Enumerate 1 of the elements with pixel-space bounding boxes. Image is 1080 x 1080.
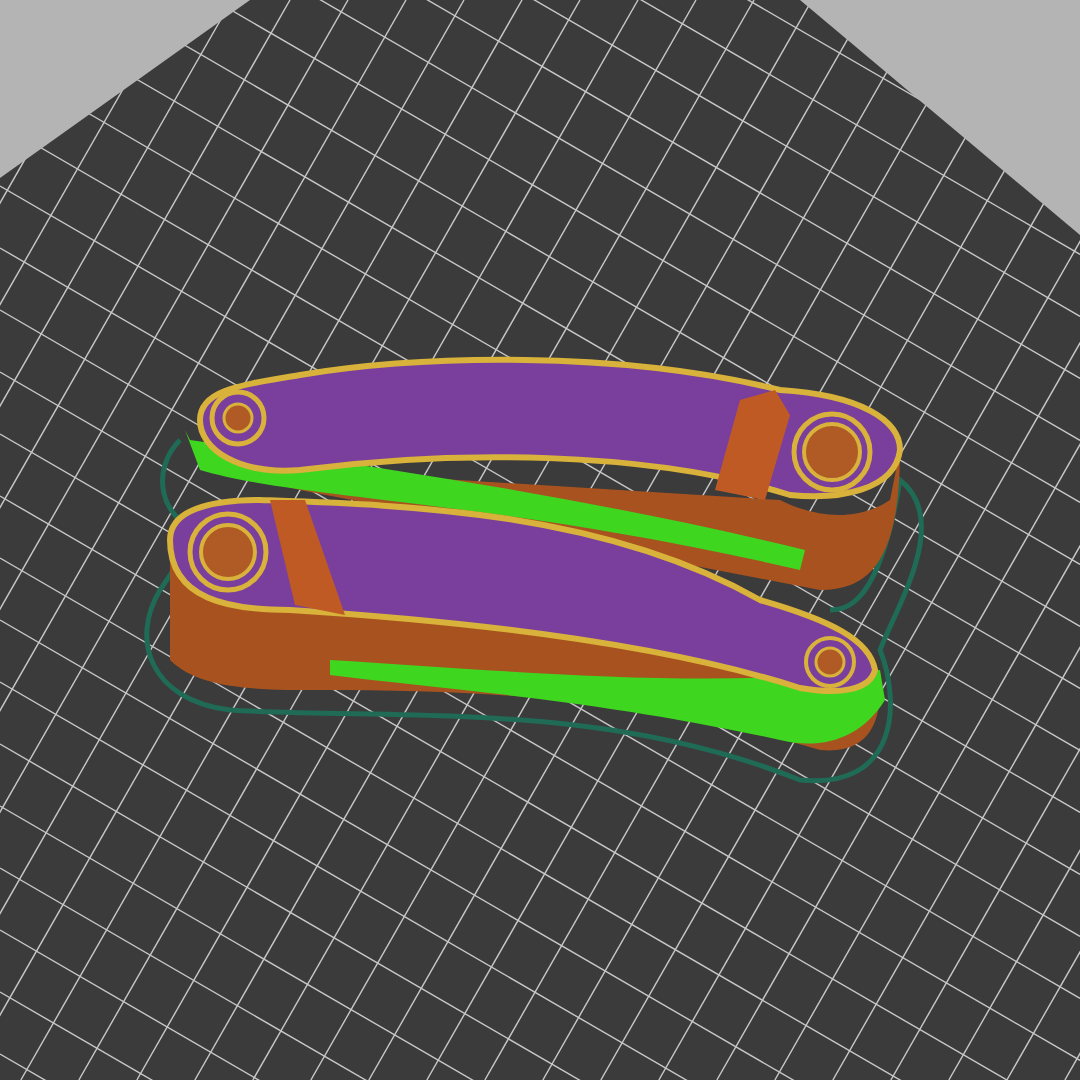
slicer-viewport[interactable] bbox=[0, 0, 1080, 1080]
